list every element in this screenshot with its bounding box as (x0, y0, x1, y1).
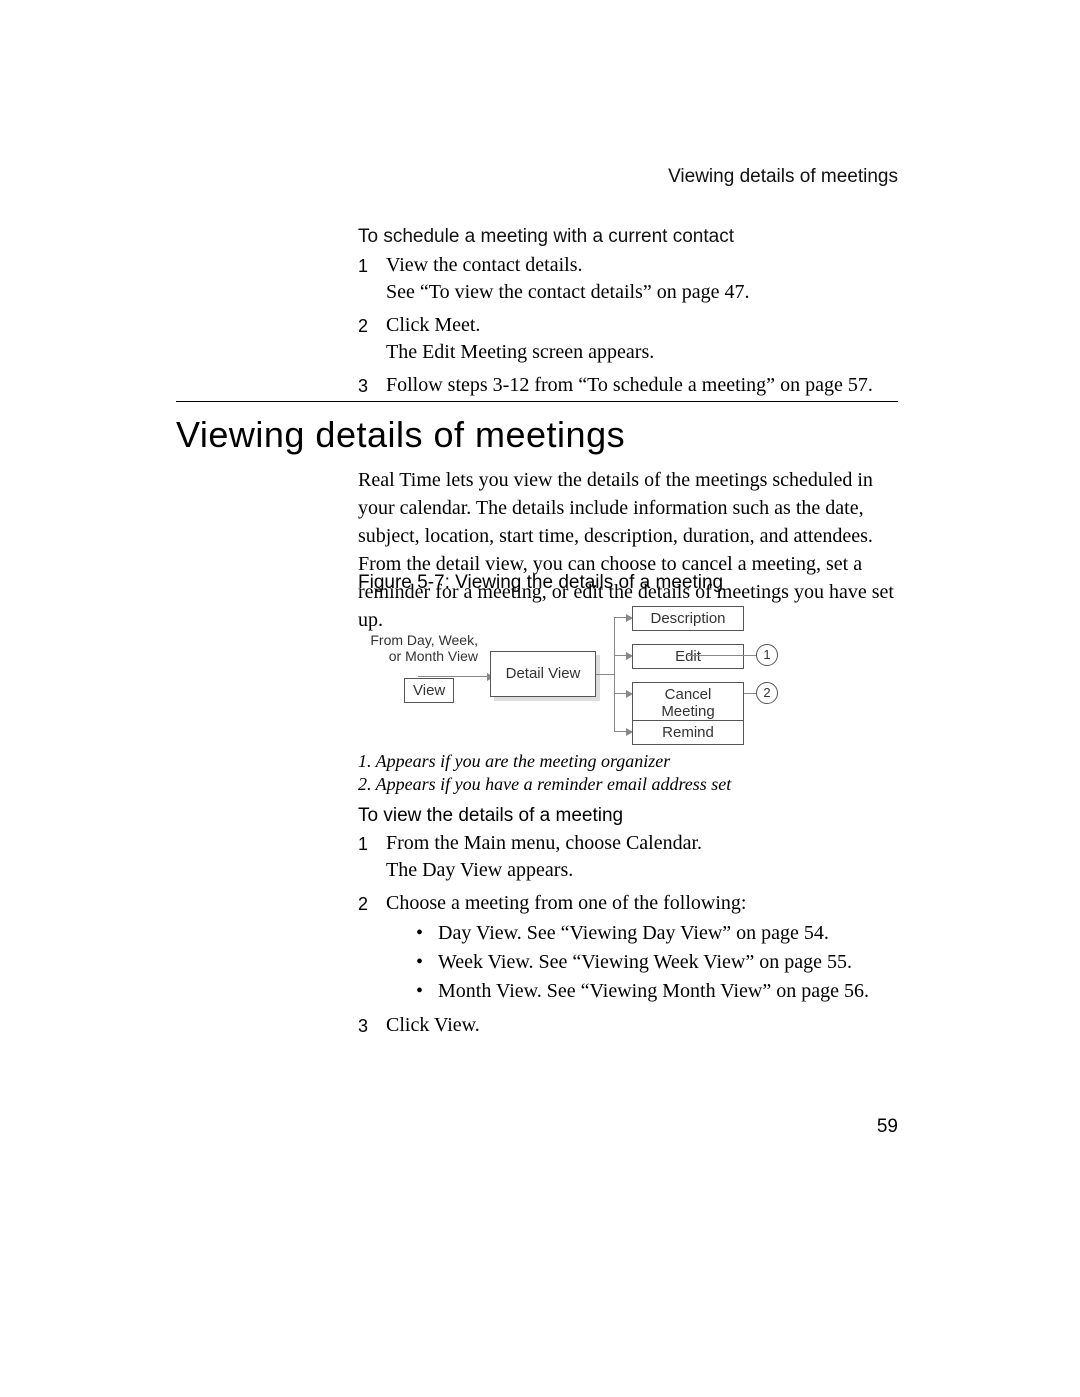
running-head: Viewing details of meetings (668, 166, 898, 188)
step-text: Click View. (386, 1012, 898, 1039)
list-item: 3 Follow steps 3-12 from “To schedule a … (358, 372, 898, 399)
figure-description-button: Description (632, 606, 744, 631)
step-text: View the contact details. (386, 252, 898, 279)
footnote-text: 2. Appears if you have a reminder email … (358, 773, 898, 796)
figure-connector (596, 674, 614, 675)
step-text: Choose a meeting from one of the followi… (386, 890, 898, 917)
procedure-2-steps: 1 From the Main menu, choose Calendar. T… (358, 824, 898, 1039)
list-item: 2 Choose a meeting from one of the follo… (358, 890, 898, 1006)
figure-callout-line (744, 693, 756, 694)
step-body: From the Main menu, choose Calendar. The… (386, 830, 898, 884)
bullet-icon: • (416, 948, 438, 977)
figure-caption: Figure 5-7: Viewing the details of a mee… (358, 572, 898, 594)
figure-detail-view-box: Detail View (490, 651, 596, 697)
list-item: 2 Click Meet. The Edit Meeting screen ap… (358, 312, 898, 366)
bullet-text: Day View. See “Viewing Day View” on page… (438, 919, 829, 948)
figure-view-button: View (404, 678, 454, 703)
step-body: Follow steps 3-12 from “To schedule a me… (386, 372, 898, 399)
page-number: 59 (877, 1116, 898, 1138)
bullet-text: Month View. See “Viewing Month View” on … (438, 977, 869, 1006)
bullet-item: • Day View. See “Viewing Day View” on pa… (416, 919, 898, 948)
list-item: 3 Click View. (358, 1012, 898, 1039)
procedure-1-steps: 1 View the contact details. See “To view… (358, 246, 898, 399)
section-rule (176, 401, 898, 402)
figure-source-label: From Day, Week, or Month View (348, 632, 478, 664)
figure-remind-button: Remind (632, 720, 744, 745)
figure-edit-button: Edit (632, 644, 744, 669)
step-number: 2 (358, 312, 386, 366)
figure-connector (614, 655, 632, 656)
step-body: Choose a meeting from one of the followi… (386, 890, 898, 1006)
figure-connector (614, 617, 632, 618)
list-item: 1 From the Main menu, choose Calendar. T… (358, 830, 898, 884)
footnote-text: 1. Appears if you are the meeting organi… (358, 750, 898, 773)
figure-connector (614, 693, 632, 694)
figure-connector (614, 617, 615, 731)
step-text: Follow steps 3-12 from “To schedule a me… (386, 372, 898, 399)
step-text: The Day View appears. (386, 857, 898, 884)
step-text: The Edit Meeting screen appears. (386, 339, 898, 366)
figure-connector (418, 676, 493, 677)
figure-connector (614, 731, 632, 732)
step-body: Click View. (386, 1012, 898, 1039)
step-number: 2 (358, 890, 386, 1006)
page: Viewing details of meetings To schedule … (0, 0, 1080, 1397)
figure-label-line: or Month View (348, 648, 478, 664)
bullet-icon: • (416, 919, 438, 948)
step-body: View the contact details. See “To view t… (386, 252, 898, 306)
step-number: 1 (358, 830, 386, 884)
step-number: 1 (358, 252, 386, 306)
step-text: See “To view the contact details” on pag… (386, 279, 898, 306)
bullet-list: • Day View. See “Viewing Day View” on pa… (386, 919, 898, 1006)
bullet-item: • Week View. See “Viewing Week View” on … (416, 948, 898, 977)
figure-callout-1: 1 (756, 644, 778, 666)
step-text: Click Meet. (386, 312, 898, 339)
figure-callout-2: 2 (756, 682, 778, 704)
figure-label-line: From Day, Week, (348, 632, 478, 648)
list-item: 1 View the contact details. See “To view… (358, 252, 898, 306)
figure-diagram: From Day, Week, or Month View View Detai… (358, 596, 898, 746)
bullet-text: Week View. See “Viewing Week View” on pa… (438, 948, 852, 977)
figure-footnotes: 1. Appears if you are the meeting organi… (358, 750, 898, 797)
step-text: From the Main menu, choose Calendar. (386, 830, 898, 857)
step-body: Click Meet. The Edit Meeting screen appe… (386, 312, 898, 366)
figure-cancel-meeting-button: Cancel Meeting (632, 682, 744, 724)
figure-callout-line (688, 655, 756, 656)
step-number: 3 (358, 1012, 386, 1039)
bullet-item: • Month View. See “Viewing Month View” o… (416, 977, 898, 1006)
procedure-1-title: To schedule a meeting with a current con… (358, 226, 898, 248)
bullet-icon: • (416, 977, 438, 1006)
section-heading: Viewing details of meetings (176, 414, 625, 456)
step-number: 3 (358, 372, 386, 399)
